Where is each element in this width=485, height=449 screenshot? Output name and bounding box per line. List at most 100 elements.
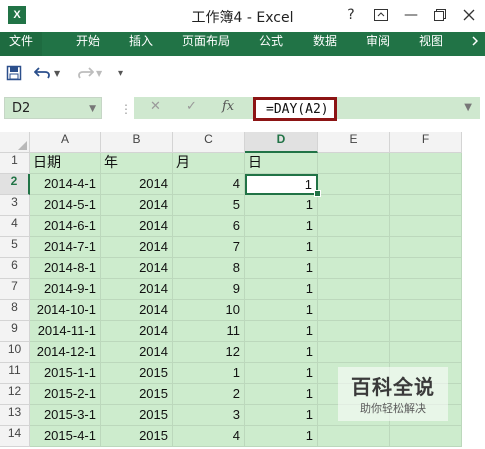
cell-c10[interactable]: 12 (173, 342, 245, 363)
cell-c4[interactable]: 6 (173, 216, 245, 237)
cell-a2[interactable]: 2014-4-1 (30, 174, 101, 195)
cell-e10[interactable] (318, 342, 390, 363)
restore-button[interactable] (428, 4, 452, 26)
cell-c5[interactable]: 7 (173, 237, 245, 258)
cell-f6[interactable] (390, 258, 462, 279)
customize-qat-button[interactable]: ▾ (118, 64, 123, 82)
row-header[interactable]: 9 (0, 321, 30, 342)
cell-e4[interactable] (318, 216, 390, 237)
cell-b2[interactable]: 2014 (101, 174, 173, 195)
cell-a11[interactable]: 2015-1-1 (30, 363, 101, 384)
cell-d10[interactable]: 1 (245, 342, 318, 363)
cell-d4[interactable]: 1 (245, 216, 318, 237)
cell-a4[interactable]: 2014-6-1 (30, 216, 101, 237)
row-header[interactable]: 5 (0, 237, 30, 258)
save-button[interactable] (6, 64, 22, 82)
cell-c6[interactable]: 8 (173, 258, 245, 279)
cell-f5[interactable] (390, 237, 462, 258)
cell-e8[interactable] (318, 300, 390, 321)
tab-page-layout[interactable]: 页面布局 (182, 32, 230, 56)
tab-file[interactable]: 文件 (0, 32, 43, 56)
cell-d5[interactable]: 1 (245, 237, 318, 258)
cell-f8[interactable] (390, 300, 462, 321)
undo-button[interactable]: ▼ (34, 64, 60, 82)
cell-a14[interactable]: 2015-4-1 (30, 426, 101, 447)
cell-c9[interactable]: 11 (173, 321, 245, 342)
cell-a9[interactable]: 2014-11-1 (30, 321, 101, 342)
cell-a12[interactable]: 2015-2-1 (30, 384, 101, 405)
cell-b4[interactable]: 2014 (101, 216, 173, 237)
formula-bar-splitter-icon[interactable]: ⋮ (120, 102, 133, 116)
cell-a5[interactable]: 2014-7-1 (30, 237, 101, 258)
cell-d9[interactable]: 1 (245, 321, 318, 342)
enter-formula-button[interactable]: ✓ (186, 99, 197, 114)
active-cell-d2[interactable]: 1 (245, 174, 318, 195)
row-header[interactable]: 13 (0, 405, 30, 426)
cell-e6[interactable] (318, 258, 390, 279)
cell-e9[interactable] (318, 321, 390, 342)
help-button[interactable]: ? (339, 4, 363, 26)
cell-a8[interactable]: 2014-10-1 (30, 300, 101, 321)
cell-a6[interactable]: 2014-8-1 (30, 258, 101, 279)
cell-a1[interactable]: 日期 (30, 153, 101, 174)
cell-e1[interactable] (318, 153, 390, 174)
cell-c13[interactable]: 3 (173, 405, 245, 426)
cell-f9[interactable] (390, 321, 462, 342)
fill-handle[interactable] (314, 190, 321, 197)
cell-b5[interactable]: 2014 (101, 237, 173, 258)
row-header[interactable]: 11 (0, 363, 30, 384)
close-button[interactable] (457, 4, 481, 26)
name-box[interactable]: D2 ▼ (4, 97, 102, 119)
row-header[interactable]: 6 (0, 258, 30, 279)
tab-formulas[interactable]: 公式 (259, 32, 283, 56)
cell-b12[interactable]: 2015 (101, 384, 173, 405)
cell-d14[interactable]: 1 (245, 426, 318, 447)
cell-e7[interactable] (318, 279, 390, 300)
cell-d7[interactable]: 1 (245, 279, 318, 300)
formula-text[interactable]: =DAY(A2) (266, 102, 329, 117)
cell-a10[interactable]: 2014-12-1 (30, 342, 101, 363)
cell-c1[interactable]: 月 (173, 153, 245, 174)
cell-b10[interactable]: 2014 (101, 342, 173, 363)
cell-d11[interactable]: 1 (245, 363, 318, 384)
column-header-c[interactable]: C (173, 132, 245, 153)
cell-f14[interactable] (390, 426, 462, 447)
cell-b1[interactable]: 年 (101, 153, 173, 174)
undo-dropdown-icon[interactable]: ▼ (54, 69, 60, 78)
cell-f2[interactable] (390, 174, 462, 195)
column-header-d[interactable]: D (245, 132, 318, 153)
column-header-e[interactable]: E (318, 132, 390, 153)
cell-c3[interactable]: 5 (173, 195, 245, 216)
row-header[interactable]: 10 (0, 342, 30, 363)
redo-button[interactable]: ▼ (76, 64, 102, 82)
cell-b8[interactable]: 2014 (101, 300, 173, 321)
cell-c2[interactable]: 4 (173, 174, 245, 195)
cell-f1[interactable] (390, 153, 462, 174)
tab-view[interactable]: 视图 (419, 32, 443, 56)
row-header[interactable]: 3 (0, 195, 30, 216)
tab-data[interactable]: 数据 (313, 32, 337, 56)
chevron-down-icon[interactable]: ▼ (89, 98, 96, 120)
cell-c11[interactable]: 1 (173, 363, 245, 384)
cell-c7[interactable]: 9 (173, 279, 245, 300)
row-header[interactable]: 4 (0, 216, 30, 237)
cell-f3[interactable] (390, 195, 462, 216)
cell-b6[interactable]: 2014 (101, 258, 173, 279)
expand-formula-bar-icon[interactable]: ▼ (464, 102, 472, 113)
cell-f4[interactable] (390, 216, 462, 237)
select-all-button[interactable] (0, 132, 30, 153)
column-header-b[interactable]: B (101, 132, 173, 153)
row-header[interactable]: 1 (0, 153, 30, 174)
cell-b9[interactable]: 2014 (101, 321, 173, 342)
cell-a3[interactable]: 2014-5-1 (30, 195, 101, 216)
ribbon-scroll-right-button[interactable] (469, 35, 481, 53)
row-header[interactable]: 12 (0, 384, 30, 405)
insert-function-button[interactable]: fx (222, 99, 234, 114)
tab-insert[interactable]: 插入 (129, 32, 153, 56)
cell-b11[interactable]: 2015 (101, 363, 173, 384)
cell-d12[interactable]: 1 (245, 384, 318, 405)
cell-d8[interactable]: 1 (245, 300, 318, 321)
cell-b13[interactable]: 2015 (101, 405, 173, 426)
cell-b14[interactable]: 2015 (101, 426, 173, 447)
cell-c12[interactable]: 2 (173, 384, 245, 405)
